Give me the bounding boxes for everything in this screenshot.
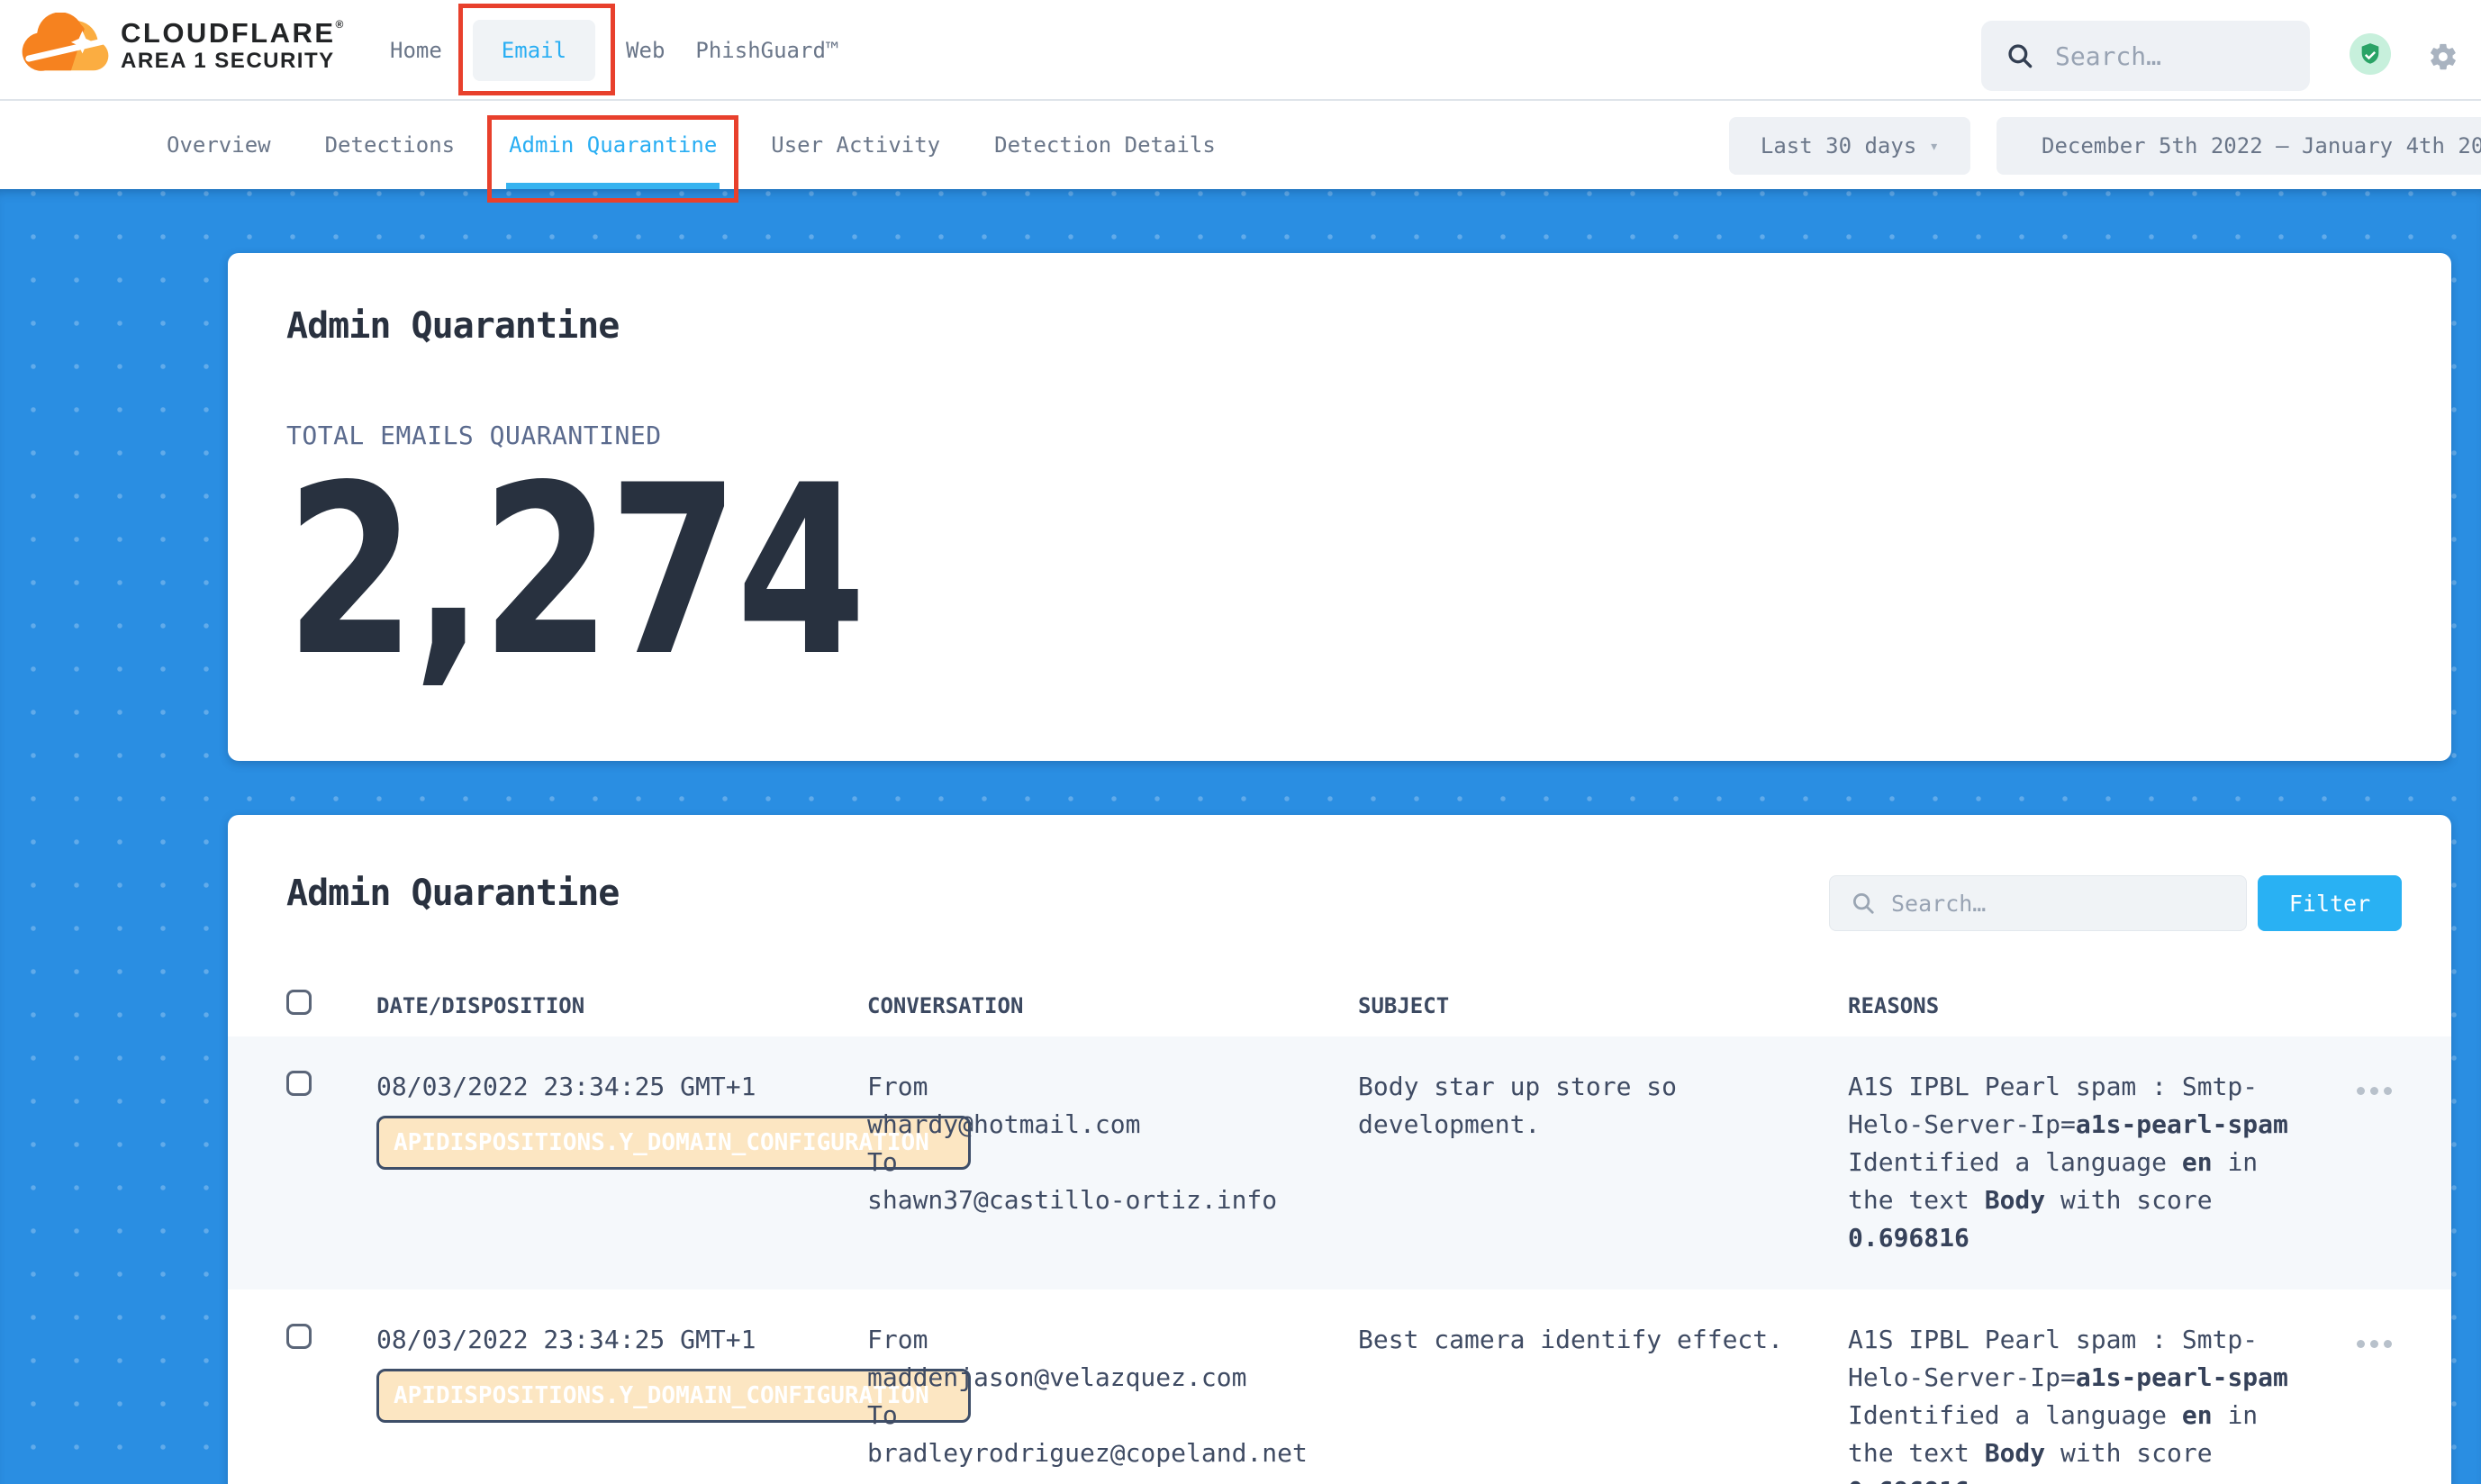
summary-card: Admin Quarantine TOTAL EMAILS QUARANTINE… xyxy=(228,253,2451,761)
tab-admin-quarantine[interactable]: Admin Quarantine xyxy=(509,101,717,189)
quarantine-table-card: Admin Quarantine Search… Filter DATE/DIS… xyxy=(228,815,2451,1484)
cell-conversation: From whardy@hotmail.com To shawn37@casti… xyxy=(867,1068,1336,1219)
cell-date: 08/03/2022 23:34:25 GMT+1 xyxy=(376,1321,863,1359)
summary-card-title: Admin Quarantine xyxy=(286,305,619,347)
settings-gear-icon[interactable] xyxy=(2428,41,2458,72)
to-address: shawn37@castillo-ortiz.info xyxy=(867,1181,1336,1219)
row-checkbox[interactable] xyxy=(286,1324,312,1349)
cell-reasons: A1S IPBL Pearl spam : Smtp-Helo-Server-I… xyxy=(1848,1321,2298,1484)
table-row[interactable]: 08/03/2022 23:34:25 GMT+1 APIDISPOSITION… xyxy=(228,1289,2451,1484)
search-icon xyxy=(2005,41,2035,71)
sub-nav: Overview Detections Admin Quarantine Use… xyxy=(0,101,2481,189)
brand-subtitle: AREA 1 SECURITY xyxy=(121,49,346,74)
table-search-placeholder: Search… xyxy=(1891,891,1986,917)
column-header-reasons: REASONS xyxy=(1848,993,1939,1018)
nav-item-phishguard[interactable]: PhishGuard™ xyxy=(695,38,838,63)
to-address: bradleyrodriguez@copeland.net xyxy=(867,1434,1336,1472)
column-header-date-disposition: DATE/DISPOSITION xyxy=(376,993,584,1018)
brand-name: CLOUDFLARE® xyxy=(121,18,346,49)
tab-detection-details[interactable]: Detection Details xyxy=(994,101,1216,189)
top-header: CLOUDFLARE® AREA 1 SECURITY Home Email W… xyxy=(0,0,2481,101)
cloudflare-cloud-icon xyxy=(22,13,113,77)
cell-conversation: From maddenjason@velazquez.com To bradle… xyxy=(867,1321,1336,1472)
table-header: DATE/DISPOSITION CONVERSATION SUBJECT RE… xyxy=(228,968,2451,1036)
chevron-down-icon: ▾ xyxy=(1929,137,1939,156)
row-actions-ellipsis-icon[interactable] xyxy=(2357,1340,2392,1348)
table-card-title: Admin Quarantine xyxy=(286,873,619,914)
row-checkbox[interactable] xyxy=(286,1071,312,1096)
cell-subject: Body star up store so development. xyxy=(1358,1068,1808,1144)
nav-item-email[interactable]: Email xyxy=(473,20,595,81)
from-label: From xyxy=(867,1321,1336,1359)
header-actions: Search… xyxy=(1981,0,2481,101)
table-body: 08/03/2022 23:34:25 GMT+1 APIDISPOSITION… xyxy=(228,1036,2451,1484)
global-search-placeholder: Search… xyxy=(2055,41,2161,71)
select-all-checkbox[interactable] xyxy=(286,990,312,1015)
filter-button[interactable]: Filter xyxy=(2258,875,2402,931)
from-label: From xyxy=(867,1068,1336,1106)
column-header-conversation: CONVERSATION xyxy=(867,993,1023,1018)
date-range-preset-dropdown[interactable]: Last 30 days ▾ xyxy=(1729,117,1970,175)
to-label: To xyxy=(867,1397,1336,1434)
tab-user-activity[interactable]: User Activity xyxy=(771,101,940,189)
table-search-input[interactable]: Search… xyxy=(1829,875,2247,931)
email-section-tabs: Overview Detections Admin Quarantine Use… xyxy=(167,101,1216,189)
tab-overview[interactable]: Overview xyxy=(167,101,271,189)
nav-item-web[interactable]: Web xyxy=(626,38,665,63)
cell-reasons: A1S IPBL Pearl spam : Smtp-Helo-Server-I… xyxy=(1848,1068,2298,1257)
tab-detections[interactable]: Detections xyxy=(325,101,456,189)
to-label: To xyxy=(867,1144,1336,1181)
column-header-subject: SUBJECT xyxy=(1358,993,1449,1018)
registered-mark-icon: ® xyxy=(336,18,346,31)
from-address: maddenjason@velazquez.com xyxy=(867,1359,1336,1397)
security-status-badge[interactable] xyxy=(2350,33,2391,75)
brand-logo[interactable]: CLOUDFLARE® AREA 1 SECURITY xyxy=(22,7,346,77)
row-actions-ellipsis-icon[interactable] xyxy=(2357,1087,2392,1095)
active-tab-underline xyxy=(506,183,720,189)
cell-date: 08/03/2022 23:34:25 GMT+1 xyxy=(376,1068,863,1106)
global-search-input[interactable]: Search… xyxy=(1981,21,2310,91)
nav-item-home[interactable]: Home xyxy=(390,38,442,63)
shield-check-icon xyxy=(2358,41,2383,67)
page-background: Admin Quarantine TOTAL EMAILS QUARANTINE… xyxy=(0,189,2481,1484)
table-row[interactable]: 08/03/2022 23:34:25 GMT+1 APIDISPOSITION… xyxy=(228,1036,2451,1289)
cell-subject: Best camera identify effect. xyxy=(1358,1321,1808,1359)
search-icon xyxy=(1850,890,1877,917)
from-address: whardy@hotmail.com xyxy=(867,1106,1336,1144)
primary-nav: Home Email Web PhishGuard™ xyxy=(390,0,838,101)
metric-value: 2,274 xyxy=(285,455,864,689)
date-range-value[interactable]: December 5th 2022 — January 4th 2023 xyxy=(1997,117,2481,175)
area1-security-dashboard: CLOUDFLARE® AREA 1 SECURITY Home Email W… xyxy=(0,0,2481,1484)
